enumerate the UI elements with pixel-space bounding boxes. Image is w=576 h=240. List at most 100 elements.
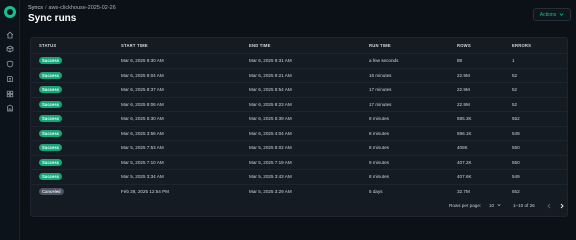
run-time-cell: 9 minutes	[369, 159, 389, 165]
run-time-cell: 8 minutes	[369, 116, 389, 121]
status-badge: Success	[39, 86, 62, 93]
next-page-icon[interactable]	[559, 203, 565, 209]
building-icon[interactable]	[6, 104, 14, 112]
run-time-cell: 17 minutes	[369, 87, 392, 92]
column-header-errors[interactable]: ERRORS	[512, 43, 531, 48]
end-time-cell: Mar 5, 2025 3:29 AM	[249, 188, 292, 194]
status-badge: Canceled	[39, 187, 64, 195]
rows-per-page-label: Rows per page:	[449, 203, 482, 208]
run-time-cell: 5 days	[369, 188, 383, 194]
status-badge: Success	[39, 100, 62, 108]
start-time-cell: Mar 5, 2025 7:53 AM	[121, 145, 164, 150]
end-time-cell: Mar 6, 2025 9:31 AM	[249, 58, 292, 63]
start-time-cell: Mar 6, 2025 9:30 AM	[121, 58, 164, 63]
table-row[interactable]: Success Mar 6, 2025 3:56 AM Mar 6, 2025 4:…	[31, 125, 567, 141]
start-time-cell: Mar 6, 2025 5:30 AM	[121, 116, 164, 121]
errors-cell: 550	[512, 159, 520, 165]
table-row[interactable]: Success Mar 6, 2025 8:06 AM Mar 6, 2025 8:…	[31, 96, 567, 112]
errors-cell: 1	[512, 58, 515, 63]
table-row[interactable]: Success Mar 6, 2025 9:04 AM Mar 6, 2025 9:…	[31, 67, 567, 83]
rows-per-page-value: 10	[489, 203, 495, 208]
run-time-cell: 16 minutes	[369, 72, 392, 78]
start-time-cell: Mar 6, 2025 8:37 AM	[121, 87, 164, 92]
table-row[interactable]: Canceled Feb 28, 2025 12:54 PM Mar 5, 2025…	[31, 183, 567, 199]
sidebar-rail	[0, 0, 20, 240]
end-time-cell: Mar 6, 2025 8:23 AM	[249, 101, 292, 107]
rows-cell: 407.6K	[457, 174, 472, 179]
end-time-cell: Mar 6, 2025 9:21 AM	[249, 72, 292, 78]
rows-cell: 88	[457, 58, 463, 63]
errors-cell: 552	[512, 116, 520, 121]
run-time-cell: 8 minutes	[369, 145, 389, 150]
end-time-cell: Mar 6, 2025 5:39 AM	[249, 116, 292, 121]
errors-cell: 549	[512, 130, 520, 136]
start-time-cell: Mar 5, 2025 7:10 AM	[121, 159, 164, 165]
previous-page-icon[interactable]	[546, 203, 552, 209]
rows-cell: 22.9M	[457, 87, 470, 92]
errors-cell: 52	[512, 72, 518, 78]
box-icon[interactable]	[6, 45, 14, 53]
page-title: Sync runs	[28, 13, 77, 24]
actions-button-label: Actions	[539, 11, 557, 18]
rows-cell: 22.9M	[457, 72, 470, 78]
breadcrumb-separator: /	[44, 5, 47, 11]
start-time-cell: Mar 5, 2025 3:34 AM	[121, 174, 164, 179]
end-time-cell: Mar 5, 2025 8:02 AM	[249, 145, 292, 150]
start-time-cell: Mar 6, 2025 9:04 AM	[121, 72, 164, 78]
table-header: STATUS START TIME END TIME RUN TIME ROWS…	[31, 38, 567, 52]
home-icon[interactable]	[6, 31, 14, 39]
end-time-cell: Mar 5, 2025 7:19 AM	[249, 159, 292, 165]
shield-icon[interactable]	[6, 60, 14, 68]
status-badge: Success	[39, 57, 62, 64]
end-time-cell: Mar 5, 2025 3:43 AM	[249, 174, 292, 179]
run-time-cell: 8 minutes	[369, 174, 389, 179]
status-badge: Success	[39, 158, 62, 166]
errors-cell: 52	[512, 101, 518, 107]
errors-cell: 52	[512, 87, 518, 92]
start-time-cell: Feb 28, 2025 12:54 PM	[121, 188, 170, 194]
rows-cell: 22.9M	[457, 101, 470, 107]
column-header-end-time[interactable]: END TIME	[249, 43, 271, 48]
column-header-start-time[interactable]: START TIME	[121, 43, 148, 48]
rows-cell: 595.3K	[457, 116, 472, 121]
status-badge: Success	[39, 173, 62, 180]
table-row[interactable]: Success Mar 6, 2025 5:30 AM Mar 6, 2025 5:…	[31, 111, 567, 126]
column-header-rows[interactable]: ROWS	[457, 43, 471, 48]
errors-cell: 550	[512, 145, 520, 150]
rows-cell: 407.2K	[457, 159, 472, 165]
table-row[interactable]: Success Mar 5, 2025 3:34 AM Mar 5, 2025 3:…	[31, 169, 567, 184]
actions-button[interactable]: Actions	[533, 8, 571, 21]
rows-cell: 596.1K	[457, 130, 472, 136]
column-header-status[interactable]: STATUS	[39, 43, 56, 48]
status-badge: Success	[39, 115, 62, 122]
table-row[interactable]: Success Mar 6, 2025 8:37 AM Mar 6, 2025 8:…	[31, 82, 567, 97]
sync-runs-table: STATUS START TIME END TIME RUN TIME ROWS…	[30, 37, 568, 217]
errors-cell: 552	[512, 188, 520, 194]
pagination-range: 1–10 of 26	[513, 203, 535, 208]
book-icon[interactable]	[6, 75, 14, 83]
breadcrumb: Syncs / aws-clickhouse-2025-02-26	[28, 5, 116, 11]
run-time-cell: 8 minutes	[369, 130, 389, 136]
start-time-cell: Mar 6, 2025 8:06 AM	[121, 101, 164, 107]
status-badge: Success	[39, 129, 62, 137]
end-time-cell: Mar 6, 2025 4:04 AM	[249, 130, 292, 136]
rows-cell: 408K	[457, 145, 468, 150]
rows-cell: 32.7M	[457, 188, 470, 194]
status-badge: Success	[39, 144, 62, 151]
errors-cell: 549	[512, 174, 520, 179]
table-row[interactable]: Success Mar 5, 2025 7:53 AM Mar 5, 2025 8:…	[31, 140, 567, 155]
start-time-cell: Mar 6, 2025 3:56 AM	[121, 130, 164, 136]
run-time-cell: a few seconds	[369, 58, 399, 63]
breadcrumb-current: aws-clickhouse-2025-02-26	[48, 5, 116, 11]
table-row[interactable]: Success Mar 6, 2025 9:30 AM Mar 6, 2025 9:…	[31, 53, 567, 68]
app-logo[interactable]	[4, 6, 16, 18]
run-time-cell: 17 minutes	[369, 101, 392, 107]
chevron-down-icon	[559, 12, 564, 17]
column-header-run-time[interactable]: RUN TIME	[369, 43, 391, 48]
table-row[interactable]: Success Mar 5, 2025 7:10 AM Mar 5, 2025 7:…	[31, 154, 567, 170]
rows-per-page-select[interactable]: 10	[489, 203, 501, 208]
breadcrumb-syncs-link[interactable]: Syncs	[28, 5, 43, 11]
grid-icon[interactable]	[6, 90, 14, 98]
end-time-cell: Mar 6, 2025 8:54 AM	[249, 87, 292, 92]
status-badge: Success	[39, 71, 62, 79]
